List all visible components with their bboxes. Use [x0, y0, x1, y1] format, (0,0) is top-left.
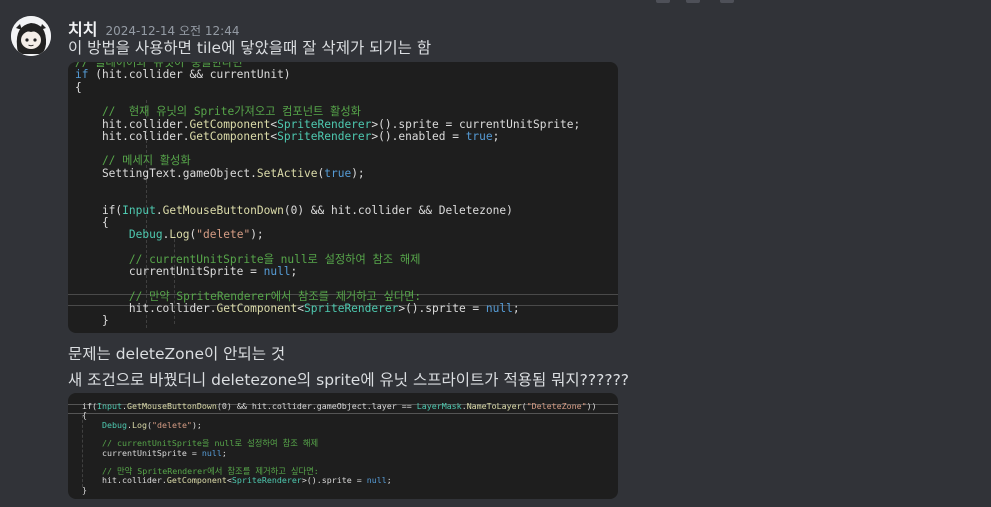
code-screenshot-attachment[interactable]: if(Input.GetMouseButtonDown(0) && hit.co… — [68, 393, 618, 499]
code-token: { — [75, 215, 109, 229]
code-token: GetComponent — [166, 475, 227, 486]
code-line: SettingText.gameObject.SetActive(true); — [75, 166, 365, 180]
code-token: SpriteRenderer — [231, 475, 302, 486]
code-line: currentUnitSprite = null; — [75, 265, 298, 279]
top-scroll-indicator — [640, 0, 750, 4]
code-line: if(Input.GetMouseButtonDown(0) && hit.co… — [75, 203, 513, 217]
code-token: SpriteRenderer — [277, 117, 372, 131]
message-header: 치치 2024-12-14 오전 12:44 — [68, 16, 239, 39]
code-token: "delete" — [151, 419, 192, 430]
code-token: GetComponent — [189, 117, 271, 131]
code-token: (0) && hit.collider && Deletezone) — [283, 203, 513, 217]
code-token: // currentUnitSprite을 null로 설정하여 참조 해제 — [75, 252, 421, 266]
code-line: if(Input.GetMouseButtonDown(0) && hit.co… — [82, 401, 597, 411]
code-token: hit.collider. — [75, 117, 190, 131]
code-token: currentUnitSprite = — [82, 447, 202, 458]
message-text-line: 문제는 deleteZone이 안되는 것 — [68, 345, 286, 363]
message-text-line: 이 방법을 사용하면 tile에 닿았을때 잘 삭제가 되기는 함 — [68, 39, 432, 57]
code-token: hit.collider. — [75, 129, 190, 143]
code-token: } — [82, 484, 87, 495]
code-token: GetMouseButtonDown — [126, 401, 217, 411]
code-token: Debug — [101, 419, 127, 430]
avatar[interactable] — [11, 16, 51, 56]
avatar-image — [11, 16, 51, 56]
code-token: Input — [122, 203, 156, 217]
code-line: hit.collider.GetComponent<SpriteRenderer… — [82, 476, 392, 485]
code-token: true — [465, 129, 493, 143]
code-token: ); — [191, 419, 202, 430]
code-token: SpriteRenderer — [277, 129, 372, 143]
code-token: if( — [75, 203, 123, 217]
code-token: true — [324, 166, 352, 180]
code-line: hit.collider.GetComponent<SpriteRenderer… — [75, 129, 500, 143]
code-token: LayerMask — [416, 401, 462, 411]
code-line: } — [82, 484, 87, 495]
code-token: // 현재 유닛의 Sprite가져오고 컴포넌트 활성화 — [75, 105, 361, 119]
code-token: >().sprite = — [301, 475, 367, 486]
code-line: Debug.Log("delete"); — [75, 229, 264, 241]
code-token: GetComponent — [189, 129, 271, 143]
code-token: SpriteRenderer — [304, 302, 399, 315]
code-token: GetComponent — [216, 302, 298, 315]
code-token: ); — [351, 166, 365, 180]
code-token: ; — [386, 475, 392, 486]
code-line: currentUnitSprite = null; — [82, 447, 227, 458]
code-screenshot-attachment[interactable]: // 플레이어와 유닛이 충돌한다면 if (hit.collider && cu… — [68, 62, 618, 333]
code-token: >().sprite = — [398, 302, 486, 315]
code-token: ; — [290, 265, 298, 279]
code-token: SettingText.gameObject. — [75, 166, 257, 180]
code-token: (0) && hit.collider.gameObject.layer == — [216, 401, 417, 411]
code-token: GetMouseButtonDown — [162, 203, 284, 217]
code-token: // 메세지 활성화 — [75, 154, 191, 168]
code-token: SetActive — [256, 166, 318, 180]
code-token: currentUnitSprite = — [75, 265, 264, 279]
code-token: ; — [512, 302, 520, 315]
code-line: hit.collider.GetComponent<SpriteRenderer… — [75, 302, 520, 315]
code-token: null — [485, 302, 513, 315]
code-token: >().sprite = currentUnitSprite; — [371, 117, 581, 131]
code-token: Input — [97, 401, 122, 411]
code-token: >().enabled = — [371, 129, 466, 143]
code-token: ); — [250, 228, 264, 242]
code-token: )) — [586, 401, 597, 411]
code-line: Debug.Log("delete"); — [82, 419, 202, 430]
code-token: NameToLayer — [466, 401, 522, 411]
code-token: hit.collider. — [82, 475, 167, 486]
code-token: (hit.collider && currentUnit) — [88, 68, 291, 82]
code-token: null — [366, 475, 387, 486]
code-token: Log — [169, 228, 190, 242]
code-token: { — [75, 80, 82, 94]
message-text-line: 새 조건으로 바꿨더니 deletezone의 sprite에 유닛 스프라이트… — [68, 371, 630, 389]
code-line: { — [75, 80, 82, 94]
code-token: } — [75, 314, 109, 328]
code-token: ; — [492, 129, 500, 143]
code-token: "DeleteZone" — [526, 401, 587, 411]
code-token: Debug — [128, 228, 163, 242]
code-token: null — [201, 447, 222, 458]
code-token: Log — [131, 419, 147, 430]
code-line: if (hit.collider && currentUnit) — [75, 69, 291, 81]
code-token: hit.collider. — [75, 302, 217, 315]
code-token: null — [263, 265, 291, 279]
code-line: } — [75, 315, 109, 327]
code-token: if — [75, 68, 89, 82]
code-token: ; — [221, 447, 227, 458]
code-token: . — [155, 203, 163, 217]
code-token: // 만약 SpriteRenderer에서 참조를 제거하고 싶다면: — [75, 289, 422, 303]
code-token: "delete" — [196, 228, 251, 242]
